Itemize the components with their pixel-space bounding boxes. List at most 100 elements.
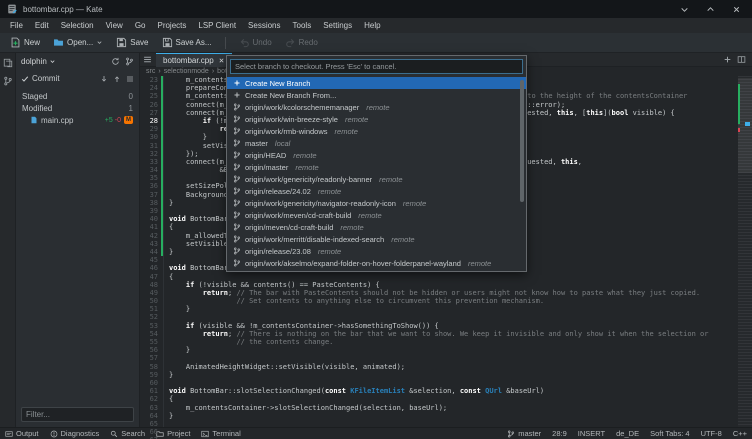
undo-icon (239, 37, 250, 48)
git-branch-icon (232, 211, 241, 220)
branch-checkout-popup: Create New Branch Create New Branch From… (226, 55, 527, 272)
menubar: FileEditSelectionViewGoProjectsLSP Clien… (0, 18, 752, 33)
new-tab-icon[interactable] (723, 55, 732, 64)
maximize-button[interactable] (705, 4, 715, 14)
checkmark-icon (21, 75, 29, 83)
git-branch-icon (232, 187, 241, 196)
git-menu-button[interactable] (126, 75, 134, 83)
branch-name: Create New Branch (245, 79, 310, 88)
filter-input[interactable] (21, 407, 134, 422)
branch-name: origin/work/genericity/navigator-readonl… (245, 199, 396, 208)
branch-type: remote (318, 247, 341, 256)
syntax-mode[interactable]: C++ (733, 429, 747, 438)
git-push-button[interactable] (113, 75, 121, 83)
branch-name: origin/master (245, 163, 288, 172)
close-button[interactable] (731, 4, 741, 14)
git-branch-icon (232, 139, 241, 148)
tab-settings[interactable]: Soft Tabs: 4 (650, 429, 689, 438)
git-branch-icon (232, 127, 241, 136)
refresh-button[interactable] (111, 57, 120, 66)
menu-item[interactable]: File (4, 18, 29, 33)
new-button[interactable]: New (5, 35, 45, 50)
git-branch-status[interactable]: master (507, 429, 541, 438)
branch-list-item[interactable]: origin/master remote (227, 161, 526, 173)
close-tab-icon[interactable] (218, 57, 225, 64)
diagnostics-toggle[interactable]: Diagnostics (50, 429, 100, 438)
toolview-sidebar (0, 53, 16, 427)
branch-filter-input[interactable] (230, 59, 523, 74)
git-branch-icon (232, 151, 241, 160)
branch-list-item[interactable]: origin/meven/cd-craft-build remote (227, 221, 526, 233)
menu-item[interactable]: Selection (55, 18, 100, 33)
branch-list-item[interactable]: master local (227, 137, 526, 149)
branch-list-item[interactable]: origin/work/akselmo/expand-folder-on-hov… (227, 257, 526, 269)
documents-toolview-button[interactable] (3, 58, 13, 68)
document-list-icon[interactable] (143, 55, 152, 64)
menu-item[interactable]: View (100, 18, 129, 33)
branch-name: origin/work/rmb-windows (245, 127, 328, 136)
git-branch-icon (232, 175, 241, 184)
branch-list-item[interactable]: origin/work/meven/cd-craft-build remote (227, 209, 526, 221)
branch-list-item[interactable]: origin/work/rmb-windows remote (227, 125, 526, 137)
encoding[interactable]: UTF-8 (701, 429, 722, 438)
branch-list-item[interactable]: origin/work/merritt/disable-indexed-sear… (227, 233, 526, 245)
branch-list-item[interactable]: origin/work/genericity/navigator-readonl… (227, 197, 526, 209)
menu-item[interactable]: Sessions (242, 18, 286, 33)
git-project-panel: dolphin Commit (16, 53, 140, 427)
popup-scrollbar[interactable] (520, 80, 524, 202)
output-toggle[interactable]: Output (5, 429, 39, 438)
branch-list-item[interactable]: Create New Branch From... (227, 89, 526, 101)
tab-bottombar-cpp[interactable]: bottombar.cpp (156, 53, 232, 67)
save-button[interactable]: Save (111, 35, 153, 50)
staged-section[interactable]: Staged 0 (16, 90, 139, 102)
branch-list-item[interactable]: origin/release/24.02 remote (227, 185, 526, 197)
redo-button[interactable]: Redo (280, 35, 323, 50)
branch-list-item[interactable]: origin/work/win-breeze-style remote (227, 113, 526, 125)
branch-list-item[interactable]: origin/work/kcolorschememanager remote (227, 101, 526, 113)
cursor-position[interactable]: 28:9 (552, 429, 567, 438)
modified-section[interactable]: Modified 1 (16, 102, 139, 114)
modified-file-row[interactable]: main.cpp +5 -0 M (16, 114, 139, 126)
breadcrumb-segment[interactable]: src (146, 68, 155, 75)
project-selector[interactable]: dolphin (21, 57, 56, 66)
menu-item[interactable]: Edit (29, 18, 55, 33)
minimap-scrollbar[interactable] (738, 76, 752, 427)
git-branch-icon (232, 199, 241, 208)
document-new-icon (10, 37, 21, 48)
branch-type: remote (295, 163, 318, 172)
branch-list-item[interactable]: origin/work/genericity/readonly-banner r… (227, 173, 526, 185)
branch-list-item[interactable]: Create New Branch (227, 77, 526, 89)
open-button[interactable]: Open... (48, 35, 108, 50)
menu-item[interactable]: Settings (317, 18, 358, 33)
git-pull-button[interactable] (100, 75, 108, 83)
branch-list: Create New Branch Create New Branch From… (227, 77, 526, 271)
branch-list-item[interactable]: origin/release/23.08 remote (227, 245, 526, 257)
branch-type: remote (318, 187, 341, 196)
menu-item[interactable]: Help (358, 18, 386, 33)
dictionary-locale[interactable]: de_DE (616, 429, 639, 438)
git-toolview-button[interactable] (3, 76, 13, 86)
branch-type: remote (403, 199, 426, 208)
menu-item[interactable]: LSP Client (192, 18, 242, 33)
branch-list-item[interactable]: origin/HEAD remote (227, 149, 526, 161)
branch-name: origin/meven/cd-craft-build (245, 223, 333, 232)
terminal-icon (201, 430, 209, 438)
split-view-icon[interactable] (737, 55, 746, 64)
breadcrumb-segment[interactable]: selectionmode (164, 68, 209, 75)
input-mode[interactable]: INSERT (578, 429, 605, 438)
undo-button[interactable]: Undo (234, 35, 277, 50)
branch-button[interactable] (125, 57, 134, 66)
branch-type: remote (293, 151, 316, 160)
branch-type: remote (391, 235, 414, 244)
branch-name: origin/release/24.02 (245, 187, 311, 196)
commit-button[interactable]: Commit (21, 74, 60, 83)
save-as-button[interactable]: Save As... (157, 35, 217, 50)
menu-item[interactable]: Go (129, 18, 152, 33)
minimize-button[interactable] (679, 4, 689, 14)
gutter[interactable]: 2324252627282930313233343536373839404142… (140, 76, 164, 427)
diagnostics-icon (50, 430, 58, 438)
terminal-toggle[interactable]: Terminal (201, 429, 240, 438)
menu-item[interactable]: Projects (151, 18, 192, 33)
toolbar-separator (225, 37, 226, 49)
menu-item[interactable]: Tools (287, 18, 318, 33)
